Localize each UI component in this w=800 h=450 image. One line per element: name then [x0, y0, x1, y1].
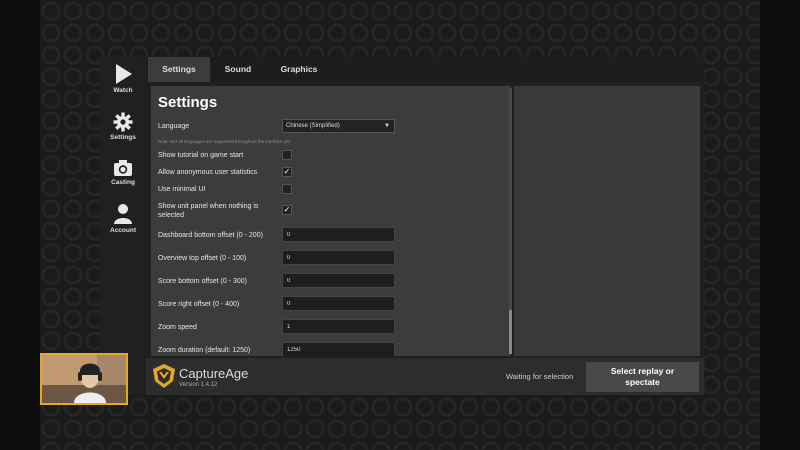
version-label: Version 1.4.12	[179, 382, 218, 388]
language-select-value: Chinese (Simplified)	[286, 123, 340, 129]
tab-graphics[interactable]: Graphics	[270, 57, 328, 82]
overview-top-offset-input[interactable]	[282, 250, 395, 265]
check-icon: ✓	[283, 205, 291, 214]
zoom-speed-input[interactable]	[282, 319, 395, 334]
captureage-logo	[152, 363, 176, 394]
tab-settings[interactable]: Settings	[148, 57, 210, 82]
field-label: Score bottom offset (0 - 300)	[158, 278, 247, 285]
language-label: Language	[158, 123, 190, 130]
status-text: Waiting for selection	[506, 372, 574, 381]
field-label: Score right offset (0 - 400)	[158, 301, 240, 308]
show-tutorial-checkbox[interactable]	[282, 150, 292, 160]
checkbox-label: Show unit panel when nothing is selected	[158, 203, 259, 219]
button-label-line1: Select replay or	[610, 366, 675, 376]
user-icon	[114, 204, 132, 224]
settings-panel: Settings Language Chinese (Simplified) ▼…	[151, 86, 511, 356]
gear-icon	[113, 112, 133, 132]
sidebar-item-label: Watch	[113, 87, 133, 94]
page-title: Settings	[158, 94, 218, 111]
select-replay-button[interactable]: Select replay or spectate	[586, 362, 699, 392]
scrollbar-thumb[interactable]	[509, 310, 512, 354]
language-select[interactable]: Chinese (Simplified) ▼	[282, 119, 395, 133]
score-bottom-offset-input[interactable]	[282, 273, 395, 288]
brand-name: CaptureAge	[179, 366, 249, 381]
language-note: Note: Not all languages are supported th…	[158, 139, 292, 144]
preview-area	[514, 86, 700, 356]
dashboard-bottom-offset-input[interactable]	[282, 227, 395, 242]
checkbox-label: Use minimal UI	[158, 186, 206, 193]
checkbox-label: Show tutorial on game start	[158, 152, 244, 159]
check-icon: ✓	[283, 167, 291, 176]
tab-bar: Settings Sound Graphics	[146, 57, 704, 82]
streamer-video	[42, 355, 126, 403]
footer-bar: CaptureAge Version 1.4.12 Waiting for se…	[146, 358, 704, 395]
sidebar-item-label: Account	[110, 227, 136, 234]
button-label-line2: spectate	[625, 377, 660, 387]
sidebar-item-label: Settings	[110, 134, 136, 141]
sidebar: Watch Settings Casting Account	[100, 57, 146, 395]
field-label: Dashboard bottom offset (0 - 200)	[158, 232, 263, 239]
shield-logo-icon	[153, 364, 175, 388]
field-label: Overview top offset (0 - 100)	[158, 255, 247, 262]
tab-sound[interactable]: Sound	[216, 57, 260, 82]
zoom-duration-input[interactable]	[282, 342, 395, 356]
camera-icon	[114, 160, 132, 176]
field-label: Zoom speed	[158, 324, 197, 331]
minimal-ui-checkbox[interactable]	[282, 184, 292, 194]
sidebar-item-label: Casting	[111, 179, 135, 186]
play-icon	[116, 64, 132, 84]
sidebar-item-watch[interactable]: Watch	[100, 63, 146, 94]
score-right-offset-input[interactable]	[282, 296, 395, 311]
field-label: Zoom duration (default: 1250)	[158, 347, 251, 354]
settings-scrollbar[interactable]	[509, 88, 512, 354]
sidebar-item-account[interactable]: Account	[100, 203, 146, 234]
webcam-overlay	[40, 353, 128, 405]
sidebar-item-casting[interactable]: Casting	[100, 159, 146, 186]
chevron-down-icon: ▼	[384, 123, 390, 129]
checkbox-label: Allow anonymous user statistics	[158, 169, 258, 176]
sidebar-item-settings[interactable]: Settings	[100, 112, 146, 141]
unit-panel-checkbox[interactable]: ✓	[282, 205, 292, 215]
anonymous-stats-checkbox[interactable]: ✓	[282, 167, 292, 177]
